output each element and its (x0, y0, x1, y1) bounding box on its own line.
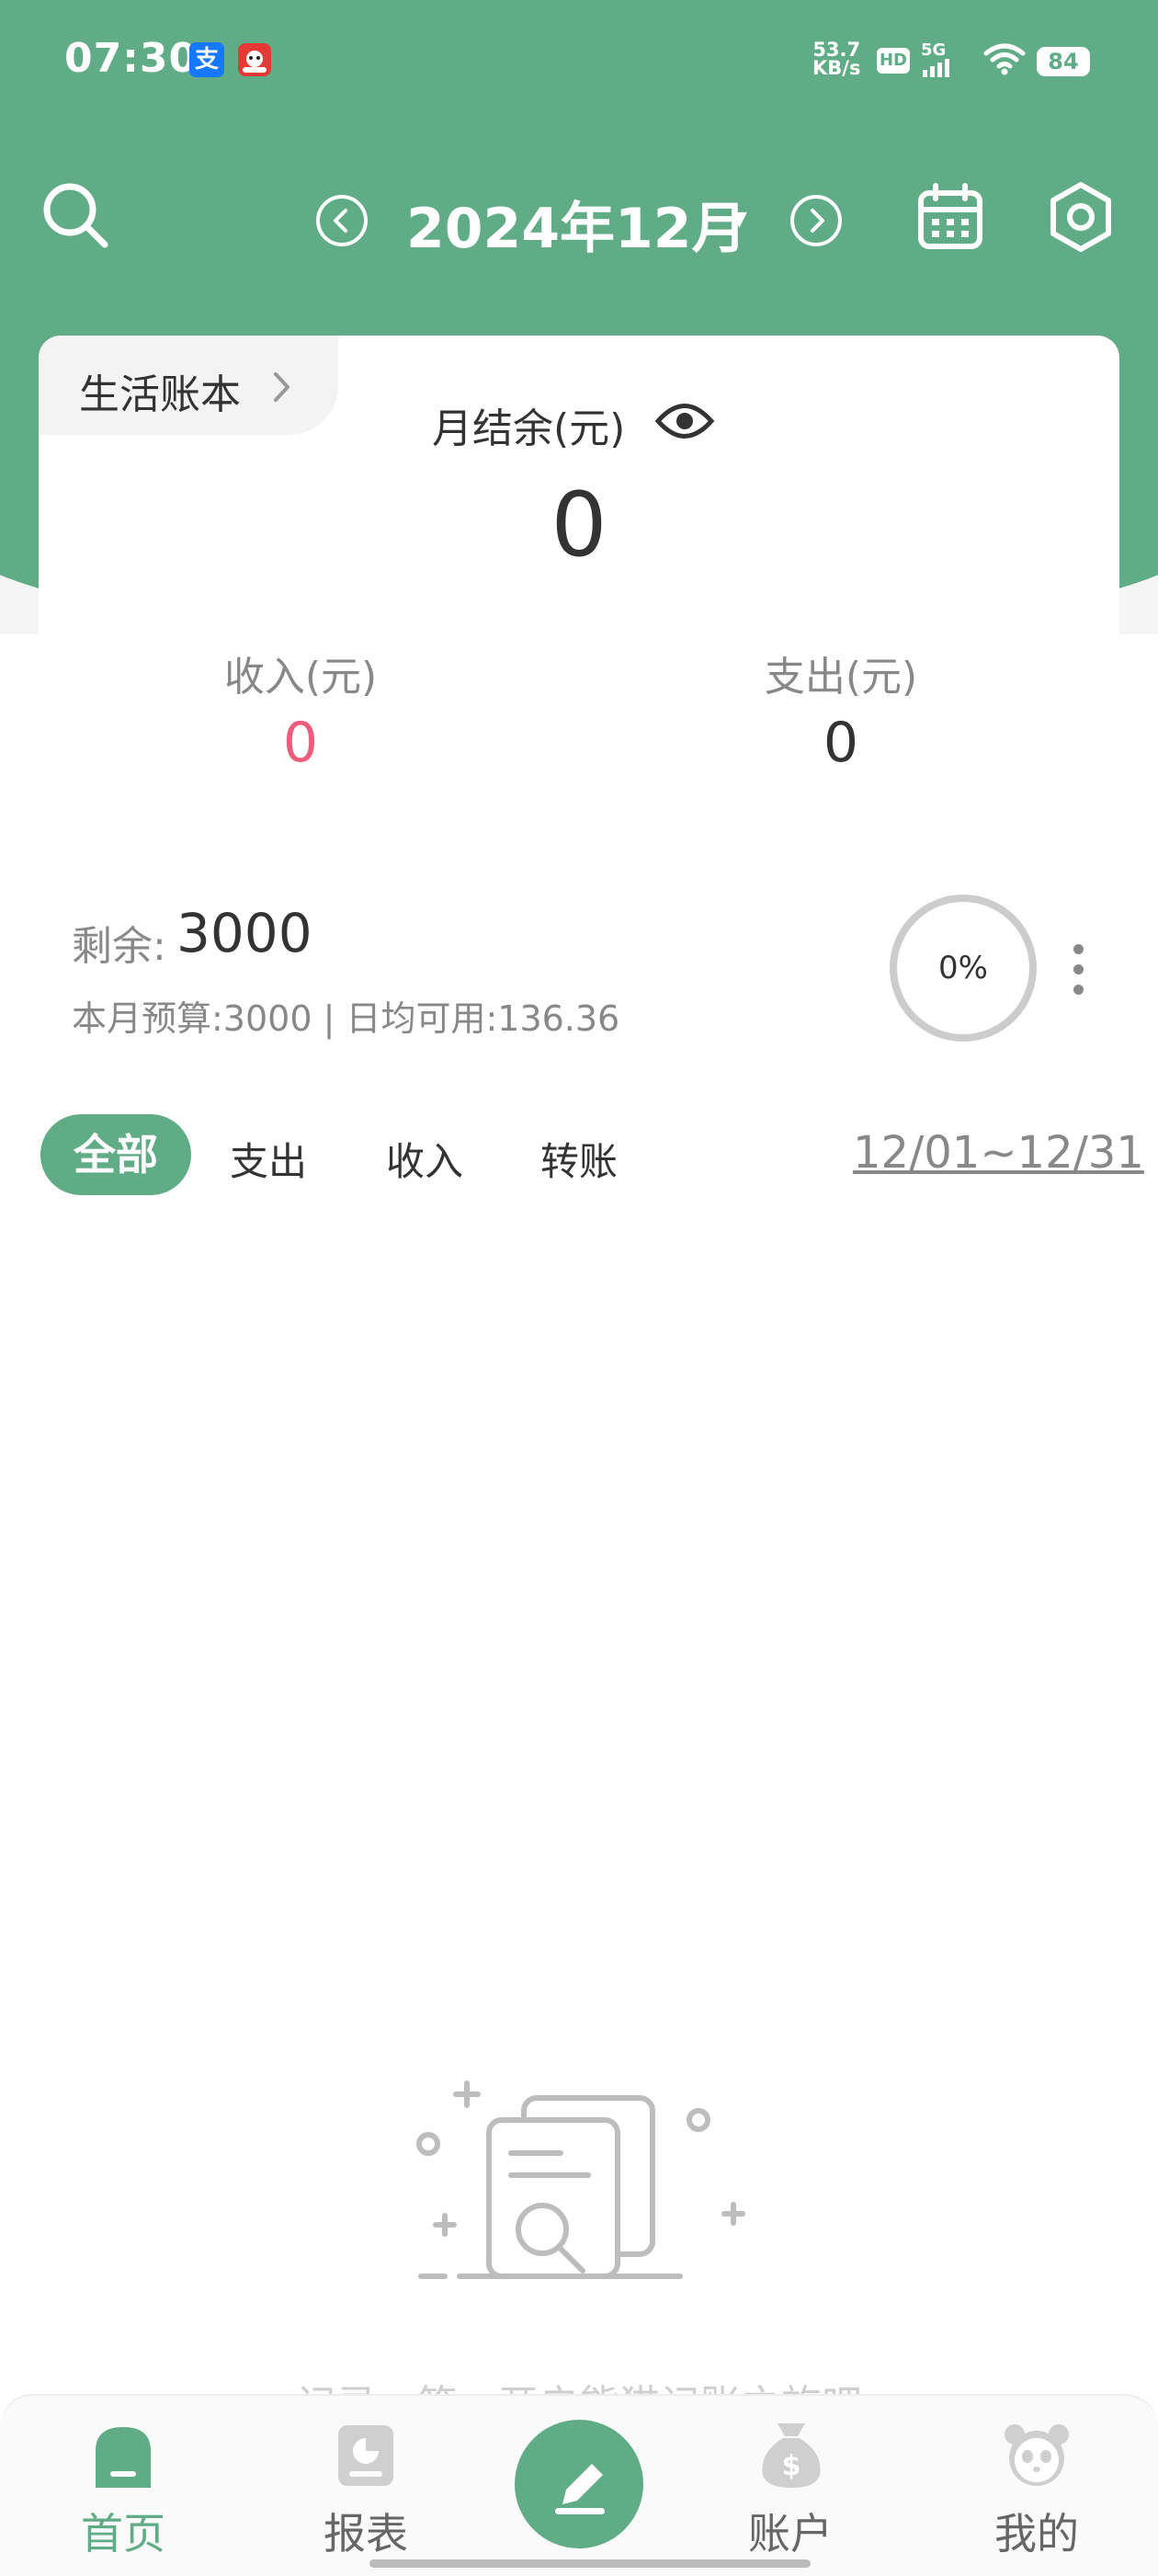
home-icon (96, 2427, 151, 2488)
nav-report-icon[interactable] (336, 2423, 395, 2491)
balance-label: 月结余(元) (432, 405, 626, 452)
svg-text:$: $ (782, 2450, 801, 2482)
nav-home-icon[interactable] (92, 2423, 154, 2491)
settings-hexagon-icon (1050, 182, 1111, 252)
compose-icon (555, 2464, 605, 2514)
income-value: 0 (282, 711, 319, 775)
nav-mine[interactable]: 我的 (945, 2501, 1129, 2561)
tab-expense[interactable]: 支出 (230, 1131, 307, 1187)
expense-value: 0 (823, 711, 859, 775)
signal-5g-icon: 5G (921, 40, 949, 77)
budget-percent: 0% (938, 950, 988, 986)
nav-mine-icon[interactable] (1002, 2422, 1072, 2491)
account-book-name: 生活账本 (79, 371, 241, 418)
nav-report[interactable]: 报表 (274, 2501, 458, 2561)
nav-home[interactable]: 首页 (31, 2501, 215, 2561)
nav-account[interactable]: 账户 (698, 2501, 882, 2561)
toggle-visibility-button[interactable] (654, 398, 715, 448)
money-bag-icon: $ (762, 2423, 821, 2488)
month-selector[interactable]: 2024年12月 (406, 184, 747, 264)
more-options-button[interactable] (1073, 944, 1084, 1005)
budget-card[interactable]: 剩余: 3000 本月预算:3000 | 日均可用:136.36 0% (39, 869, 1119, 1073)
tab-all[interactable]: 全部 (40, 1114, 191, 1195)
chevron-left-circle-icon (316, 195, 368, 246)
wifi-icon (983, 42, 1026, 79)
balance-value: 0 (551, 473, 607, 576)
hd-badge: HD (877, 48, 910, 74)
calendar-button[interactable] (915, 182, 985, 256)
settings-button[interactable] (1044, 180, 1118, 257)
tab-transfer[interactable]: 转账 (540, 1131, 618, 1187)
remaining-label: 剩余: (72, 923, 166, 970)
home-indicator (369, 2559, 811, 2568)
budget-details: 本月预算:3000 | 日均可用:136.36 (72, 998, 620, 1039)
monthly-summary-card: 生活账本 月结余(元) 0 收入(元) 0 支出(元) 0 (39, 336, 1119, 849)
chevron-right-icon (274, 372, 290, 402)
search-button[interactable] (40, 180, 110, 254)
report-icon (338, 2425, 393, 2486)
search-icon (43, 183, 108, 248)
account-book-selector[interactable]: 生活账本 (39, 336, 338, 435)
income-label: 收入(元) (223, 654, 378, 701)
empty-records-illustration (404, 2069, 754, 2302)
eye-icon (654, 404, 715, 439)
expense-label: 支出(元) (764, 654, 918, 701)
alipay-notification-icon: 支 (189, 42, 224, 77)
next-month-button[interactable] (789, 193, 844, 252)
calendar-icon (918, 183, 982, 249)
network-speed: 53.7 KB/s (812, 39, 861, 79)
status-time: 07:30 (64, 35, 199, 82)
chevron-right-circle-icon (790, 195, 842, 246)
prev-month-button[interactable] (314, 193, 369, 252)
app-notification-icon (235, 40, 274, 83)
add-record-button[interactable] (515, 2420, 643, 2548)
nav-account-icon[interactable]: $ (757, 2420, 825, 2493)
tab-income[interactable]: 收入 (386, 1131, 463, 1187)
caret-down-icon[interactable]: ▼ (732, 208, 747, 231)
panda-icon (1005, 2424, 1069, 2486)
remaining-value: 3000 (176, 902, 312, 964)
battery-indicator: 84 (1037, 47, 1090, 76)
date-range-link[interactable]: 12/01~12/31 (853, 1127, 1144, 1179)
